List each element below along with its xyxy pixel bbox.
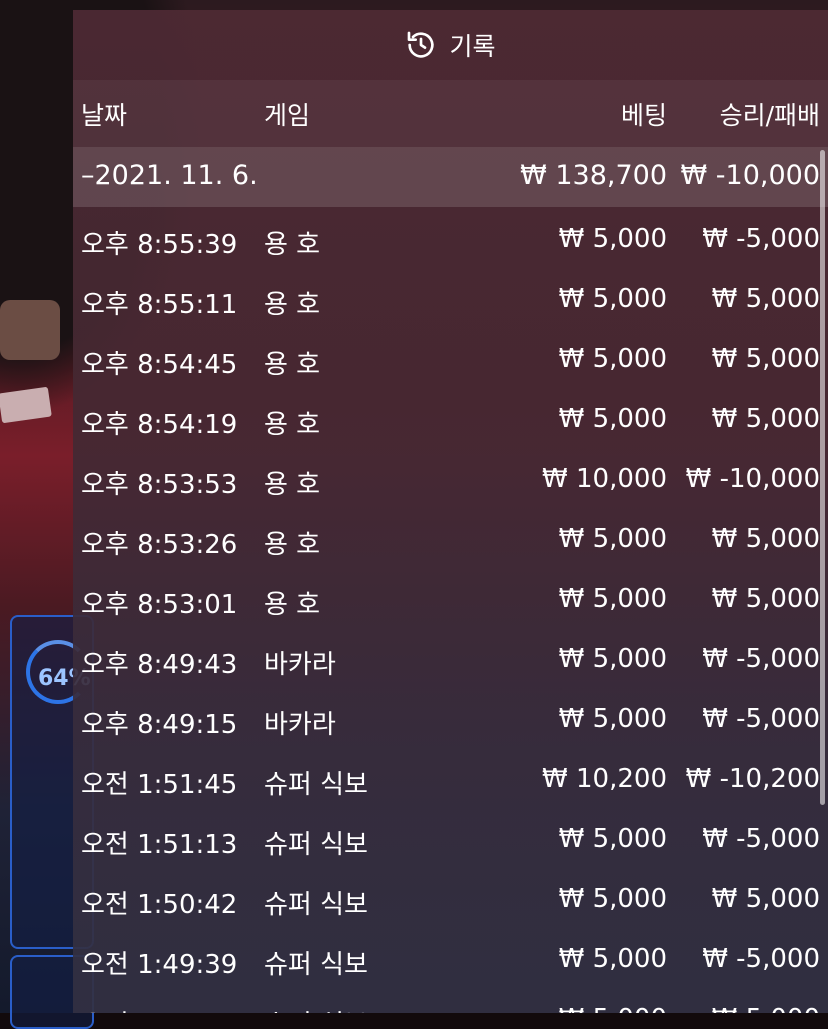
row-bet: ₩ 5,000	[558, 284, 667, 314]
row-result: ₩ 5,000	[711, 404, 820, 434]
table-row[interactable]: 오후 8:54:45 용 호 ₩ 5,000 ₩ 5,000	[73, 332, 828, 392]
row-game: 슈퍼 식보	[264, 890, 368, 920]
dealer-hand	[0, 300, 60, 360]
row-game: 슈퍼 식보	[264, 950, 368, 980]
row-bet: ₩ 10,200	[542, 764, 667, 794]
table-row[interactable]: 오전 1:49:05 슈퍼 식보 ₩ 5,000 ₩ 5,000	[73, 992, 828, 1013]
group-bet-total: ₩ 138,700	[520, 160, 667, 191]
table-row[interactable]: 오후 8:53:26 용 호 ₩ 5,000 ₩ 5,000	[73, 512, 828, 572]
table-row[interactable]: 오후 8:55:39 용 호 ₩ 5,000 ₩ -5,000	[73, 212, 828, 272]
row-result: ₩ -5,000	[702, 644, 820, 674]
row-game: 용 호	[264, 470, 321, 500]
table-row[interactable]: 오후 8:49:43 바카라 ₩ 5,000 ₩ -5,000	[73, 632, 828, 692]
row-time: 오후 8:49:43	[81, 650, 238, 680]
row-result: ₩ 5,000	[711, 884, 820, 914]
column-bet: 베팅	[620, 101, 667, 130]
row-game: 슈퍼 식보	[264, 770, 368, 800]
row-result: ₩ 5,000	[711, 344, 820, 374]
scrollbar[interactable]	[820, 150, 825, 805]
table-row[interactable]: 오후 8:53:01 용 호 ₩ 5,000 ₩ 5,000	[73, 572, 828, 632]
row-game: 용 호	[264, 230, 321, 260]
row-time: 오후 8:54:45	[81, 350, 238, 380]
row-result: ₩ 5,000	[711, 284, 820, 314]
group-date[interactable]: –2021. 11. 6.	[81, 160, 258, 191]
row-time: 오후 8:55:39	[81, 230, 238, 260]
row-bet: ₩ 5,000	[558, 524, 667, 554]
table-row[interactable]: 오전 1:49:39 슈퍼 식보 ₩ 5,000 ₩ -5,000	[73, 932, 828, 992]
row-time: 오전 1:49:05	[81, 1004, 237, 1013]
row-bet: ₩ 5,000	[558, 224, 667, 254]
history-title: 기록	[449, 32, 496, 61]
row-bet: ₩ 5,000	[558, 404, 667, 434]
history-header: 기록	[73, 10, 828, 80]
table-row[interactable]: 오후 8:49:15 바카라 ₩ 5,000 ₩ -5,000	[73, 692, 828, 752]
column-date: 날짜	[81, 101, 128, 130]
row-time: 오후 8:53:26	[81, 530, 238, 560]
row-result: ₩ 5,000	[712, 1004, 820, 1013]
table-row[interactable]: 오후 8:54:19 용 호 ₩ 5,000 ₩ 5,000	[73, 392, 828, 452]
row-game: 용 호	[264, 590, 321, 620]
column-result: 승리/패배	[719, 101, 820, 130]
row-bet: ₩ 10,000	[542, 464, 667, 494]
row-bet: ₩ 5,000	[559, 1004, 667, 1013]
row-game: 용 호	[264, 530, 321, 560]
row-time: 오후 8:55:11	[81, 290, 238, 320]
row-time: 오전 1:51:45	[81, 770, 238, 800]
table-row[interactable]: 오후 8:53:53 용 호 ₩ 10,000 ₩ -10,000	[73, 452, 828, 512]
row-bet: ₩ 5,000	[558, 644, 667, 674]
row-bet: ₩ 5,000	[558, 344, 667, 374]
row-bet: ₩ 5,000	[558, 704, 667, 734]
date-group-row[interactable]: –2021. 11. 6. ₩ 138,700 ₩ -10,000	[73, 147, 828, 207]
column-game: 게임	[264, 101, 311, 130]
table-row[interactable]: 오전 1:51:45 슈퍼 식보 ₩ 10,200 ₩ -10,200	[73, 752, 828, 812]
row-result: ₩ -10,200	[685, 764, 820, 794]
row-result: ₩ 5,000	[711, 584, 820, 614]
table-row[interactable]: 오전 1:51:13 슈퍼 식보 ₩ 5,000 ₩ -5,000	[73, 812, 828, 872]
row-time: 오전 1:51:13	[81, 830, 238, 860]
row-result: ₩ -5,000	[702, 224, 820, 254]
row-result: ₩ -10,000	[685, 464, 820, 494]
row-result: ₩ -5,000	[702, 944, 820, 974]
row-game: 용 호	[264, 350, 321, 380]
row-bet: ₩ 5,000	[558, 884, 667, 914]
table-row[interactable]: 오후 8:55:11 용 호 ₩ 5,000 ₩ 5,000	[73, 272, 828, 332]
history-panel: 기록 날짜 게임 베팅 승리/패배 –2021. 11. 6. ₩ 138,70…	[73, 10, 828, 1013]
row-game: 용 호	[264, 410, 321, 440]
history-list: 오후 8:55:39 용 호 ₩ 5,000 ₩ -5,000 오후 8:55:11 용 …	[73, 212, 828, 1013]
row-bet: ₩ 5,000	[558, 584, 667, 614]
table-column-header: 날짜 게임 베팅 승리/패배	[73, 80, 828, 147]
row-time: 오후 8:53:53	[81, 470, 238, 500]
row-bet: ₩ 5,000	[558, 824, 667, 854]
row-time: 오전 1:49:39	[81, 950, 238, 980]
row-game: 바카라	[264, 710, 336, 740]
row-game: 슈퍼 식보	[264, 1004, 368, 1013]
row-time: 오후 8:49:15	[81, 710, 238, 740]
group-result-total: ₩ -10,000	[680, 160, 821, 191]
row-result: ₩ 5,000	[711, 524, 820, 554]
row-time: 오후 8:54:19	[81, 410, 238, 440]
row-result: ₩ -5,000	[702, 704, 820, 734]
table-row[interactable]: 오전 1:50:42 슈퍼 식보 ₩ 5,000 ₩ 5,000	[73, 872, 828, 932]
row-bet: ₩ 5,000	[558, 944, 667, 974]
row-game: 용 호	[264, 290, 321, 320]
row-result: ₩ -5,000	[702, 824, 820, 854]
history-icon	[405, 29, 437, 61]
row-game: 슈퍼 식보	[264, 830, 368, 860]
row-time: 오후 8:53:01	[81, 590, 238, 620]
row-game: 바카라	[264, 650, 336, 680]
row-time: 오전 1:50:42	[81, 890, 238, 920]
